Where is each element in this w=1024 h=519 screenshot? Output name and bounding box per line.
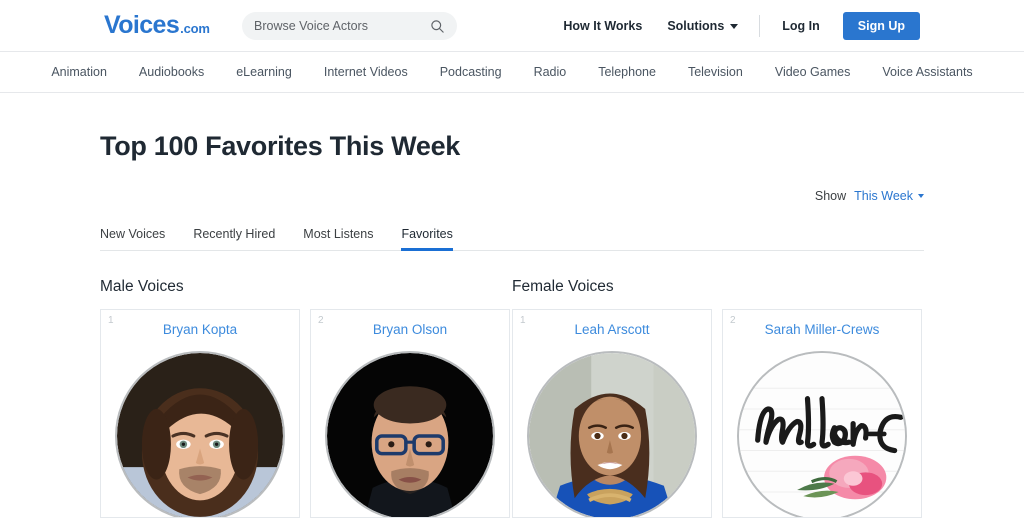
card-rank: 2 — [318, 315, 324, 326]
card-list: 1 Leah Arscott 2 Sarah Miller-Crews — [512, 309, 924, 518]
show-filter-row: Show This Week — [100, 189, 924, 203]
page-title: Top 100 Favorites This Week — [100, 131, 461, 161]
category-radio[interactable]: Radio — [518, 65, 583, 79]
card-rank: 1 — [108, 315, 114, 326]
search-icon[interactable] — [430, 19, 445, 34]
voice-card[interactable]: 2 Bryan Olson — [310, 309, 510, 518]
category-telephone[interactable]: Telephone — [582, 65, 672, 79]
category-podcasting[interactable]: Podcasting — [424, 65, 518, 79]
nav-solutions[interactable]: Solutions — [655, 19, 750, 33]
category-television[interactable]: Television — [672, 65, 759, 79]
nav-log-in[interactable]: Log In — [769, 19, 833, 33]
column-heading: Female Voices — [512, 278, 614, 295]
search-input[interactable] — [254, 19, 430, 33]
voice-columns: Male Voices 1 Bryan Kopta 2 Bryan Olson … — [100, 278, 924, 518]
category-animation[interactable]: Animation — [35, 65, 123, 79]
card-rank: 2 — [730, 315, 736, 326]
column-male-voices: Male Voices 1 Bryan Kopta 2 Bryan Olson — [100, 278, 512, 518]
voice-card[interactable]: 1 Bryan Kopta — [100, 309, 300, 518]
search-box[interactable] — [242, 12, 457, 40]
card-rank: 1 — [520, 315, 526, 326]
voice-card[interactable]: 2 Sarah Miller-Crews — [722, 309, 922, 518]
card-name-link[interactable]: Bryan Olson — [311, 310, 509, 337]
show-period-select[interactable]: This Week — [854, 189, 924, 203]
card-list: 1 Bryan Kopta 2 Bryan Olson — [100, 309, 512, 518]
list-tabs: New Voices Recently Hired Most Listens F… — [100, 221, 924, 251]
card-name-link[interactable]: Bryan Kopta — [101, 310, 299, 337]
card-name-link[interactable]: Leah Arscott — [513, 310, 711, 337]
show-label: Show — [814, 189, 847, 203]
category-voice-assistants[interactable]: Voice Assistants — [866, 65, 988, 79]
category-elearning[interactable]: eLearning — [220, 65, 308, 79]
tab-recently-hired[interactable]: Recently Hired — [179, 227, 289, 250]
main-content: Top 100 Favorites This Week Show This We… — [100, 93, 924, 518]
site-header: Voices .com How It Works Solutions Log I… — [0, 0, 1024, 52]
nav-solutions-label: Solutions — [667, 19, 725, 33]
primary-nav: How It Works Solutions Log In Sign Up — [550, 0, 920, 52]
category-audiobooks[interactable]: Audiobooks — [123, 65, 220, 79]
chevron-down-icon — [730, 23, 739, 29]
avatar[interactable] — [115, 351, 285, 517]
tab-favorites[interactable]: Favorites — [387, 227, 466, 251]
category-internet-videos[interactable]: Internet Videos — [308, 65, 424, 79]
site-logo[interactable]: Voices .com — [104, 13, 210, 38]
column-female-voices: Female Voices 1 Leah Arscott 2 Sarah Mil… — [512, 278, 924, 518]
sign-up-button[interactable]: Sign Up — [842, 12, 920, 40]
column-heading: Male Voices — [100, 278, 184, 295]
avatar[interactable] — [737, 351, 907, 517]
chevron-down-icon — [918, 194, 924, 198]
card-name-link[interactable]: Sarah Miller-Crews — [723, 310, 921, 337]
logo-wordmark: Voices — [104, 11, 180, 39]
avatar[interactable] — [325, 351, 495, 517]
category-nav: Animation Audiobooks eLearning Internet … — [0, 52, 1024, 93]
logo-tld: .com — [180, 21, 210, 36]
avatar[interactable] — [527, 351, 697, 517]
tab-most-listens[interactable]: Most Listens — [289, 227, 387, 250]
nav-how-it-works[interactable]: How It Works — [550, 19, 655, 33]
voice-card[interactable]: 1 Leah Arscott — [512, 309, 712, 518]
nav-divider — [759, 15, 761, 37]
show-period-value: This Week — [854, 189, 913, 203]
tab-new-voices[interactable]: New Voices — [100, 227, 179, 250]
category-video-games[interactable]: Video Games — [759, 65, 867, 79]
